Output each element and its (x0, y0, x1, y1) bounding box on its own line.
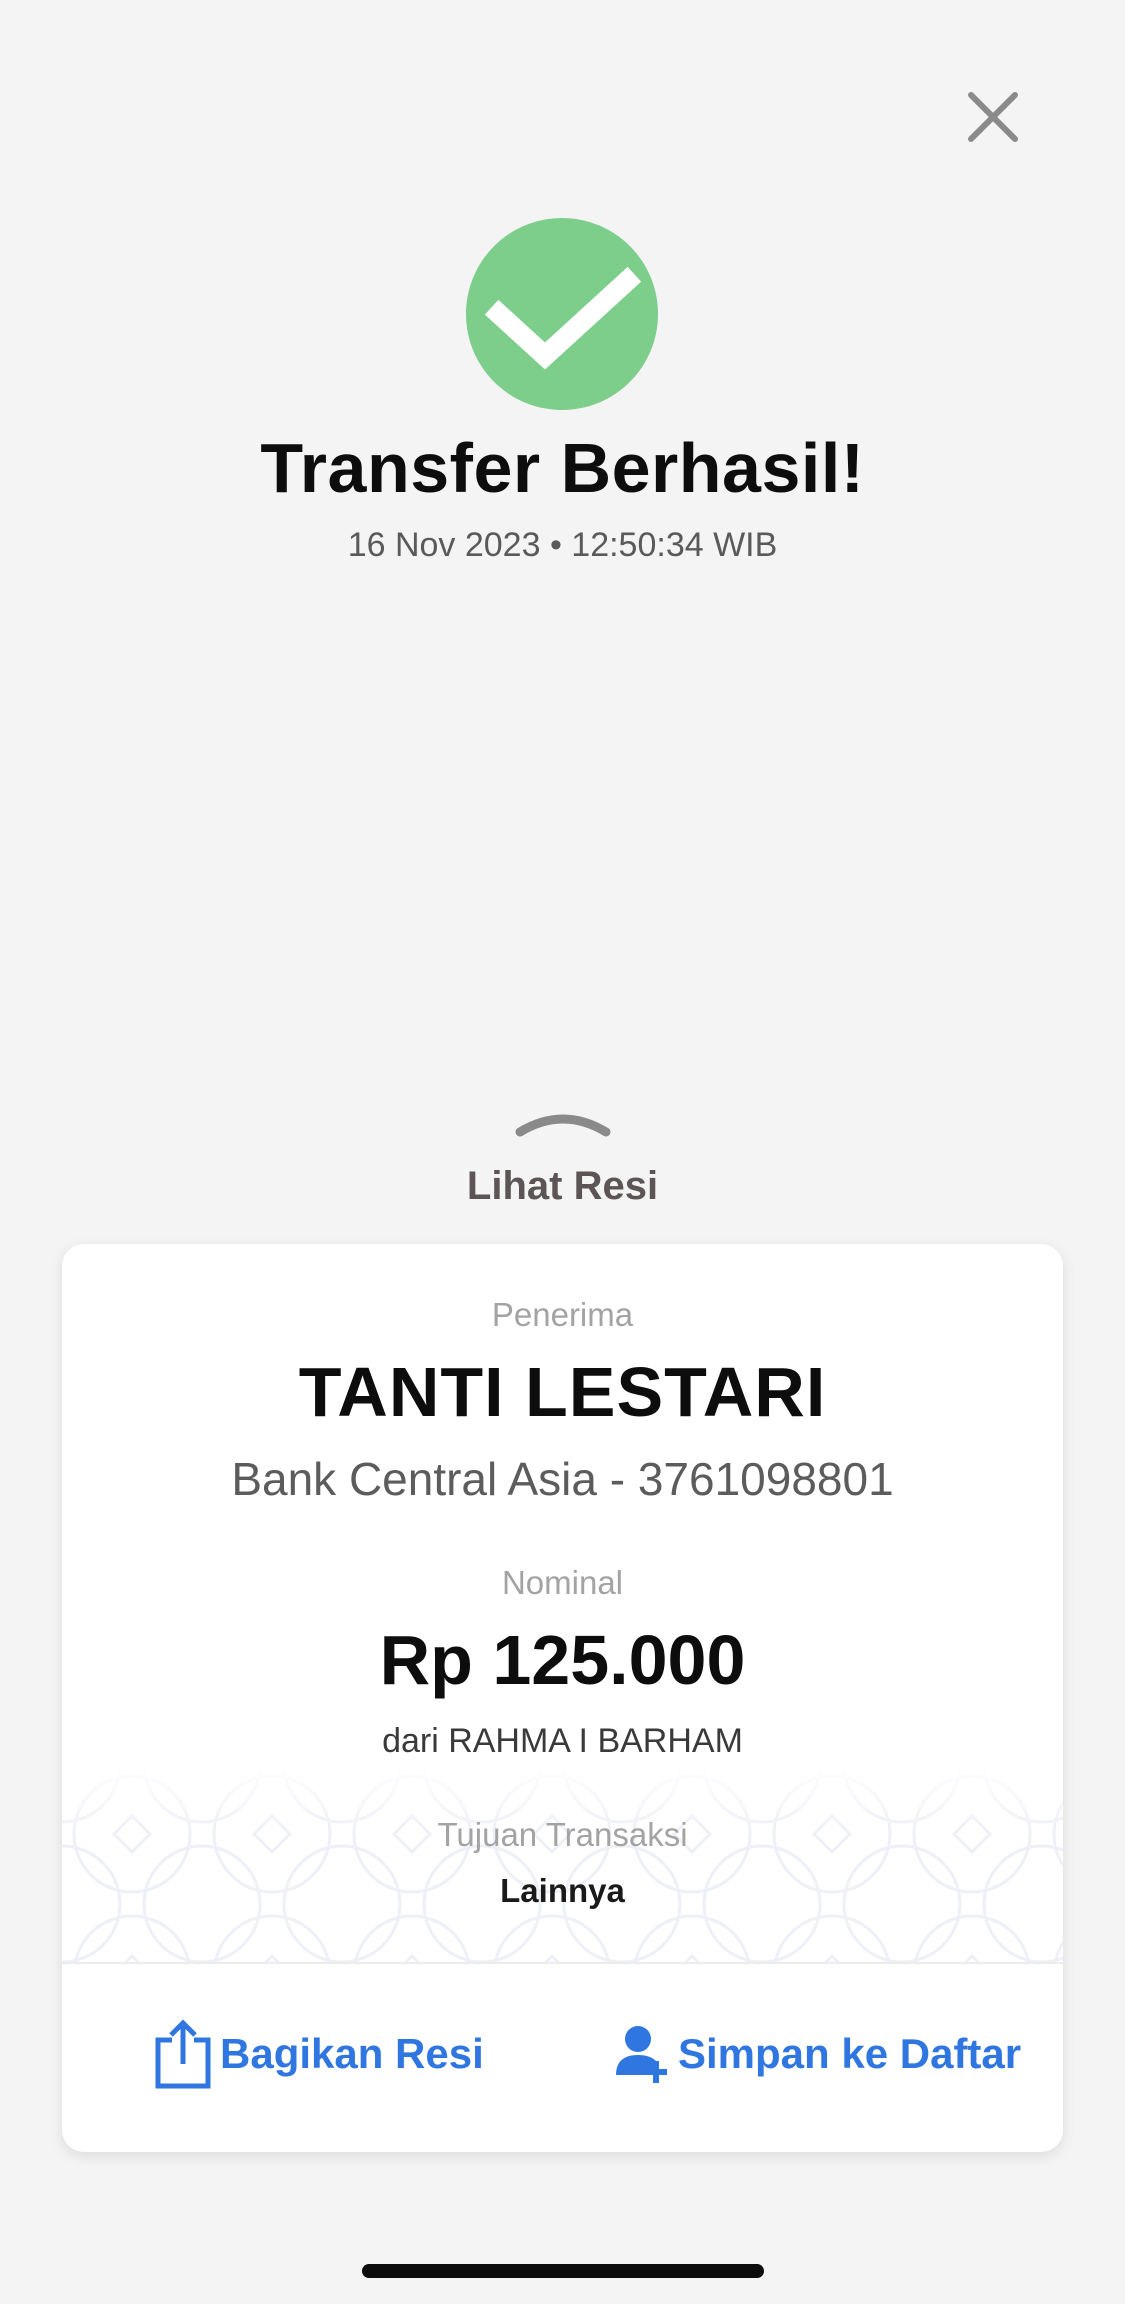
purpose-value: Lainnya (500, 1872, 625, 1909)
recipient-label: Penerima (491, 1296, 634, 1333)
page-title: Transfer Berhasil! (260, 429, 865, 507)
purpose-label: Tujuan Transaksi (437, 1816, 688, 1853)
share-receipt-label: Bagikan Resi (220, 2030, 484, 2077)
share-icon (155, 2019, 211, 2089)
close-icon (968, 92, 1018, 142)
home-indicator[interactable] (362, 2264, 764, 2278)
divider (62, 1962, 1063, 1964)
recipient-bank-account: Bank Central Asia - 3761098801 (231, 1453, 894, 1505)
chevron-up-icon (515, 1114, 611, 1137)
view-receipt-toggle[interactable]: Lihat Resi (0, 1100, 1125, 1220)
share-receipt-button[interactable]: Bagikan Resi (154, 2014, 484, 2094)
transfer-amount: Rp 125.000 (379, 1621, 746, 1699)
close-button[interactable] (955, 79, 1031, 155)
view-receipt-label: Lihat Resi (466, 1164, 659, 1208)
save-to-list-button[interactable]: Simpan ke Daftar (616, 2014, 1021, 2094)
recipient-name: TANTI LESTARI (298, 1353, 827, 1431)
save-to-list-label: Simpan ke Daftar (678, 2030, 1022, 2077)
receipt-card: Penerima TANTI LESTARI Bank Central Asia… (62, 1244, 1063, 2152)
amount-label: Nominal (501, 1564, 624, 1601)
decorative-pattern (62, 1764, 1063, 1964)
transaction-timestamp: 16 Nov 2023 • 12:50:34 WIB (347, 526, 778, 564)
sender-name: dari RAHMA I BARHAM (382, 1722, 743, 1760)
check-circle-icon (466, 218, 658, 410)
add-user-icon (616, 2026, 667, 2083)
